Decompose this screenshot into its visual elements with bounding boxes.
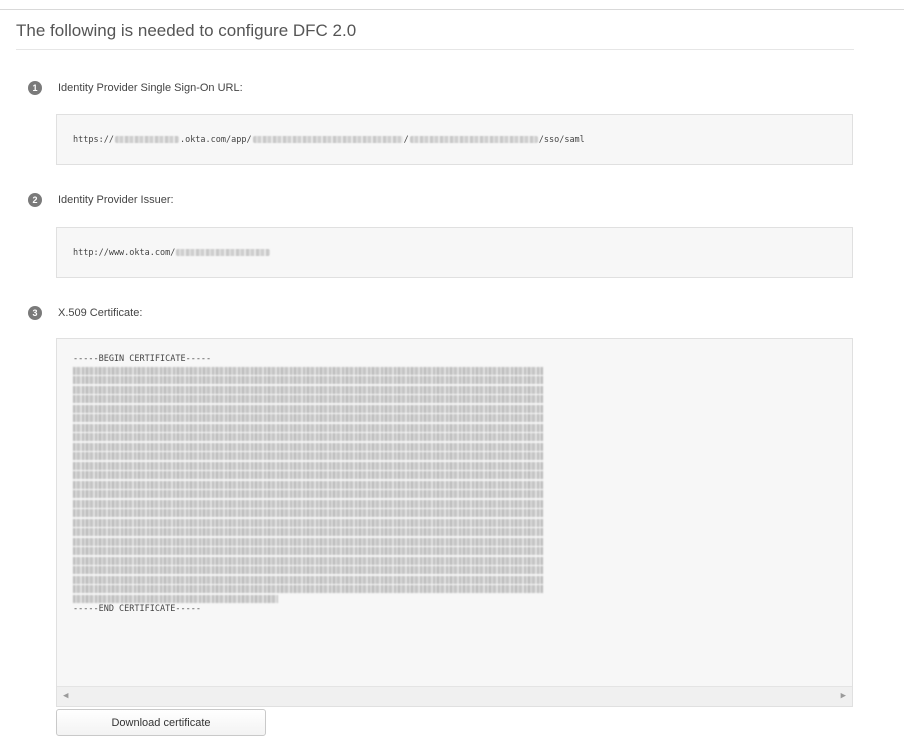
- issuer-value[interactable]: http://www.okta.com/: [57, 228, 852, 277]
- step-2-badge: 2: [28, 193, 42, 207]
- redacted-cert-line: [73, 490, 543, 498]
- sso-url-value[interactable]: https:// .okta.com/app/ / /sso/saml: [57, 115, 852, 164]
- redacted-text: [409, 136, 538, 143]
- redacted-cert-line: [73, 442, 543, 451]
- step-3-badge: 3: [28, 306, 42, 320]
- redacted-cert-line: [73, 585, 543, 593]
- redacted-text: [176, 249, 271, 256]
- redacted-cert-line: [73, 461, 543, 470]
- step-3-label-row: 3 X.509 Certificate:: [28, 306, 142, 320]
- redacted-cert-line: [73, 594, 278, 603]
- step-1-badge: 1: [28, 81, 42, 95]
- redacted-cert-line: [73, 385, 543, 394]
- top-divider: [0, 9, 904, 10]
- redacted-cert-line: [73, 433, 543, 441]
- redacted-cert-line: [73, 556, 543, 565]
- redacted-cert-line: [73, 518, 543, 527]
- redacted-cert-line: [73, 395, 543, 403]
- sso-url-field[interactable]: https:// .okta.com/app/ / /sso/saml: [56, 114, 853, 165]
- step-1-label-row: 1 Identity Provider Single Sign-On URL:: [28, 81, 243, 95]
- sso-url-separator: /: [403, 134, 409, 145]
- step-2-label: Identity Provider Issuer:: [58, 194, 174, 206]
- cert-begin-line: -----BEGIN CERTIFICATE-----: [73, 354, 212, 364]
- scroll-right-icon[interactable]: ▶: [841, 691, 846, 701]
- redacted-cert-line: [73, 366, 543, 375]
- sso-url-prefix: https://: [73, 134, 114, 145]
- horizontal-scrollbar[interactable]: ◀ ▶: [57, 686, 852, 706]
- redacted-cert-line: [73, 537, 543, 546]
- cert-end-line: -----END CERTIFICATE-----: [73, 604, 201, 614]
- cert-body: [73, 366, 543, 603]
- redacted-cert-line: [73, 499, 543, 508]
- redacted-cert-line: [73, 575, 543, 584]
- redacted-cert-line: [73, 547, 543, 555]
- certificate-field[interactable]: -----BEGIN CERTIFICATE----- -----END CER…: [56, 338, 853, 707]
- step-3-label: X.509 Certificate:: [58, 307, 143, 319]
- issuer-field[interactable]: http://www.okta.com/: [56, 227, 853, 278]
- redacted-text: [114, 136, 179, 143]
- redacted-cert-line: [73, 376, 543, 384]
- page-header: The following is needed to configure DFC…: [16, 20, 854, 50]
- scroll-left-icon[interactable]: ◀: [63, 691, 68, 701]
- step-1-label: Identity Provider Single Sign-On URL:: [58, 82, 243, 94]
- redacted-cert-line: [73, 566, 543, 574]
- redacted-cert-line: [73, 528, 543, 536]
- sso-url-suffix: /sso/saml: [538, 134, 585, 145]
- redacted-cert-line: [73, 480, 543, 489]
- issuer-prefix: http://www.okta.com/: [73, 247, 176, 258]
- redacted-cert-line: [73, 404, 543, 413]
- certificate-text[interactable]: -----BEGIN CERTIFICATE----- -----END CER…: [73, 354, 543, 615]
- sso-url-domain: .okta.com/app/: [179, 134, 252, 145]
- redacted-cert-line: [73, 452, 543, 460]
- download-certificate-button[interactable]: Download certificate: [56, 709, 266, 736]
- redacted-cert-line: [73, 471, 543, 479]
- redacted-cert-line: [73, 423, 543, 432]
- page-title: The following is needed to configure DFC…: [16, 21, 357, 40]
- redacted-cert-line: [73, 509, 543, 517]
- step-2-label-row: 2 Identity Provider Issuer:: [28, 193, 174, 207]
- redacted-cert-line: [73, 414, 543, 422]
- redacted-text: [252, 136, 403, 143]
